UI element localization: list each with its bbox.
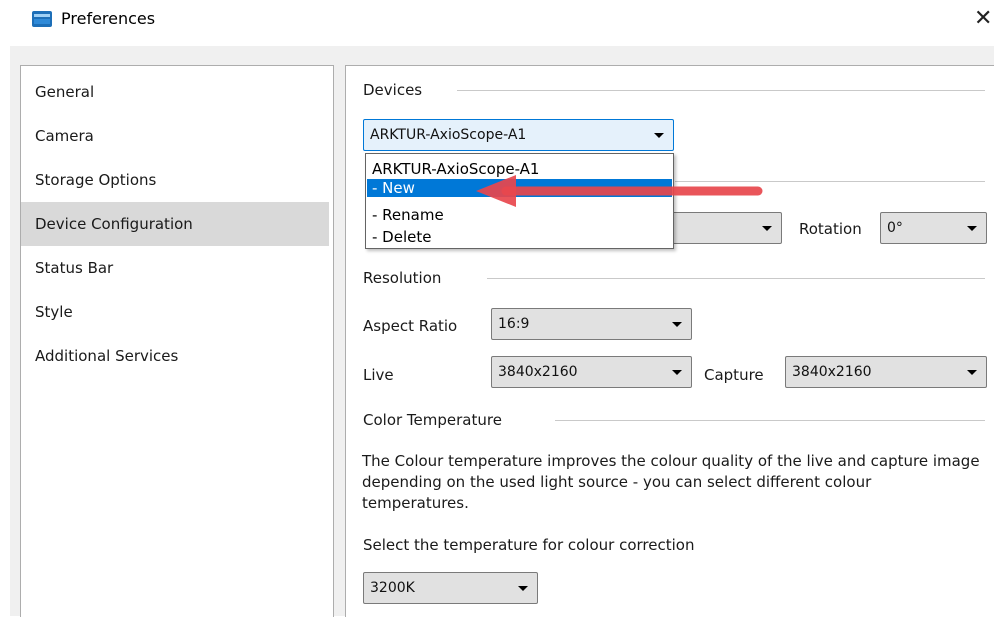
close-icon[interactable]: ✕: [974, 6, 994, 32]
aspect-ratio-combo[interactable]: 16:9: [491, 308, 692, 340]
nav-item-status-bar[interactable]: Status Bar: [21, 246, 329, 290]
color-temperature-divider: [555, 420, 985, 421]
chevron-down-icon: [518, 586, 528, 591]
app-icon: [32, 11, 52, 27]
nav-item-camera[interactable]: Camera: [21, 114, 329, 158]
rotation-combo[interactable]: 0°: [880, 212, 987, 244]
temperature-combo-value: 3200K: [370, 580, 415, 596]
aspect-ratio-label: Aspect Ratio: [363, 317, 458, 335]
dropdown-option-delete[interactable]: - Delete: [367, 228, 672, 246]
temperature-select-label: Select the temperature for colour correc…: [363, 536, 695, 554]
chevron-down-icon: [967, 226, 977, 231]
window-title: Preferences: [61, 9, 156, 28]
annotation-arrow-icon: [476, 175, 763, 207]
devices-combo-value: ARKTUR-AxioScope-A1: [370, 127, 527, 143]
temperature-combo[interactable]: 3200K: [363, 572, 538, 604]
live-resolution-value: 3840x2160: [498, 364, 578, 380]
capture-resolution-combo[interactable]: 3840x2160: [785, 356, 987, 388]
nav-item-general[interactable]: General: [21, 70, 329, 114]
chevron-down-icon: [967, 370, 977, 375]
resolution-divider: [487, 278, 985, 279]
nav-item-style[interactable]: Style: [21, 290, 329, 334]
chevron-down-icon: [672, 370, 682, 375]
live-label: Live: [363, 366, 394, 384]
nav-item-device-configuration[interactable]: Device Configuration: [21, 202, 329, 246]
resolution-section-label: Resolution: [363, 269, 442, 287]
color-temperature-description: The Colour temperature improves the colo…: [362, 452, 980, 512]
chevron-down-icon: [762, 226, 772, 231]
nav-item-additional-services[interactable]: Additional Services: [21, 334, 329, 378]
devices-section-label: Devices: [363, 81, 423, 99]
capture-label: Capture: [704, 366, 764, 384]
color-temperature-section-label: Color Temperature: [363, 411, 502, 429]
live-resolution-combo[interactable]: 3840x2160: [491, 356, 692, 388]
devices-divider: [457, 90, 985, 91]
title-bar: Preferences ✕: [0, 0, 994, 40]
aspect-ratio-value: 16:9: [498, 316, 530, 332]
rotation-label: Rotation: [799, 220, 862, 238]
chevron-down-icon: [654, 133, 664, 138]
nav-item-storage-options[interactable]: Storage Options: [21, 158, 329, 202]
nav-panel: General Camera Storage Options Device Co…: [20, 65, 334, 617]
chevron-down-icon: [672, 322, 682, 327]
rotation-combo-value: 0°: [887, 220, 903, 236]
capture-resolution-value: 3840x2160: [792, 364, 872, 380]
devices-combo[interactable]: ARKTUR-AxioScope-A1: [363, 119, 674, 151]
